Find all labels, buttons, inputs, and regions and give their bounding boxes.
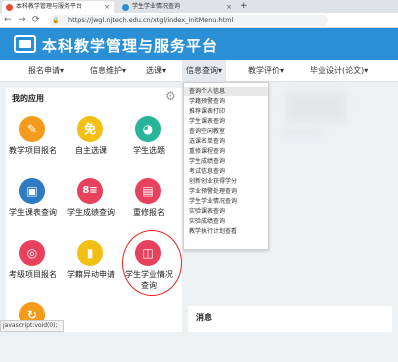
menu-item-info-query[interactable]: 信息查询▾: [182, 60, 227, 82]
free-icon: 免: [77, 116, 103, 142]
dropdown-item[interactable]: 学业预警处理查询: [189, 187, 237, 196]
app-status-change-apply[interactable]: ▮ 学籍异动申请: [64, 240, 118, 300]
menu-item-graduation[interactable]: 毕业设计(论文)▾: [310, 60, 368, 82]
status-bar: javascript:void(0);: [0, 320, 64, 332]
browser-tab[interactable]: 学生学业情况查询 ×: [118, 1, 236, 13]
menu-item-info-maintain[interactable]: 信息维护▾: [90, 60, 126, 82]
lock-icon: 🔒: [52, 17, 60, 24]
dropdown-item[interactable]: 查询空闲教室: [189, 127, 225, 136]
app-label: 自主选课: [75, 146, 107, 155]
url-text: https://jwgl.njtech.edu.cn/xtgl/index_in…: [68, 16, 234, 24]
target-icon: ◎: [19, 240, 45, 266]
dropdown-item[interactable]: 创新创业获得学分: [189, 177, 237, 186]
dropdown-item[interactable]: 推荐课表打印: [189, 107, 225, 116]
app-label: 学生课表查询: [9, 208, 57, 217]
dropdown-item[interactable]: 学籍预警查询: [189, 97, 225, 106]
messages-panel: 消息: [188, 306, 392, 332]
pie-icon: ◕: [135, 116, 161, 142]
close-icon[interactable]: ×: [104, 1, 110, 13]
tab-label: 学生学业情况查询: [132, 3, 181, 10]
back-icon[interactable]: ←: [4, 14, 12, 27]
app-label: 学生选题: [133, 146, 165, 155]
dropdown-item[interactable]: 学生课表查询: [189, 117, 225, 126]
dropdown-item[interactable]: 教学执行计划查看: [189, 227, 237, 236]
main-menu: 报名申请▾ 信息维护▾ 选课▾ 信息查询▾ 教学评价▾ 毕业设计(论文)▾: [0, 60, 398, 82]
info-query-dropdown: 查询个人信息 学籍预警查询 推荐课表打印 学生课表查询 查询空闲教室 选课名单查…: [183, 82, 269, 250]
monitor-icon: ▣: [19, 178, 45, 204]
dropdown-item[interactable]: 选课名单查询: [189, 137, 225, 146]
app-label: 学生成绩查询: [67, 208, 115, 217]
app-label: 重修报名: [133, 208, 165, 217]
app-student-grades[interactable]: 8≡ 学生成绩查询: [64, 178, 118, 238]
browser-tab-bar: 本科教学管理与服务平台 × 学生学业情况查询 × +: [0, 0, 398, 13]
book-icon: ▮: [77, 240, 103, 266]
app-label: 考级项目报名: [9, 270, 57, 279]
highlight-circle: [122, 230, 182, 296]
panel-title: 我的应用: [12, 94, 44, 103]
tab-label: 本科教学管理与服务平台: [16, 3, 83, 10]
logo-icon: [14, 35, 36, 53]
address-bar: ← → ⟳ 🔒 https://jwgl.njtech.edu.cn/xtgl/…: [0, 13, 398, 28]
dropdown-item[interactable]: 实验课表查询: [189, 207, 225, 216]
dropdown-item[interactable]: 重修课程查询: [189, 147, 225, 156]
favicon-icon: [6, 4, 13, 11]
blurred-content: [286, 92, 346, 122]
dropdown-item[interactable]: 学生成绩查询: [189, 157, 225, 166]
app-self-course-select[interactable]: 免 自主选课: [64, 116, 118, 176]
dropdown-item[interactable]: 学生学业情况查询: [189, 197, 237, 206]
site-header: 本科教学管理与服务平台: [0, 28, 398, 60]
app-student-topic[interactable]: ◕ 学生选题: [122, 116, 176, 176]
app-retake-signup[interactable]: ▤ 重修报名: [122, 178, 176, 238]
app-refresh[interactable]: ↻: [6, 302, 60, 362]
grades-icon: 8≡: [77, 178, 103, 204]
menu-item-teaching-eval[interactable]: 教学评价▾: [248, 60, 284, 82]
dropdown-item[interactable]: 考试信息查询: [189, 167, 225, 176]
app-teaching-project-signup[interactable]: ✎ 教学项目报名: [6, 116, 60, 176]
url-input[interactable]: 🔒 https://jwgl.njtech.edu.cn/xtgl/index_…: [48, 15, 328, 26]
favicon-icon: [122, 4, 129, 11]
my-apps-panel: 我的应用 ⚙ ✎ 教学项目报名 免 自主选课 ◕ 学生选题 ▣ 学生课表查询 8…: [6, 88, 182, 332]
messages-title: 消息: [196, 313, 212, 322]
reload-icon[interactable]: ⟳: [32, 14, 40, 27]
blurred-content: [282, 128, 322, 136]
site-title: 本科教学管理与服务平台: [42, 37, 219, 55]
app-label: 学籍异动申请: [67, 270, 115, 279]
document-icon: ▤: [135, 178, 161, 204]
app-student-timetable[interactable]: ▣ 学生课表查询: [6, 178, 60, 238]
forward-icon[interactable]: →: [18, 14, 26, 27]
app-exam-level-signup[interactable]: ◎ 考级项目报名: [6, 240, 60, 300]
browser-tab-active[interactable]: 本科教学管理与服务平台 ×: [2, 1, 114, 13]
pencil-icon: ✎: [19, 116, 45, 142]
gear-icon[interactable]: ⚙: [165, 89, 176, 103]
new-tab-button[interactable]: +: [240, 0, 248, 13]
app-label: 教学项目报名: [9, 146, 57, 155]
dropdown-item[interactable]: 查询个人信息: [184, 87, 268, 96]
dropdown-item[interactable]: 实验成绩查询: [189, 217, 225, 226]
menu-item-course-select[interactable]: 选课▾: [146, 60, 166, 82]
menu-item-apply[interactable]: 报名申请▾: [28, 60, 64, 82]
close-icon[interactable]: ×: [226, 1, 232, 13]
